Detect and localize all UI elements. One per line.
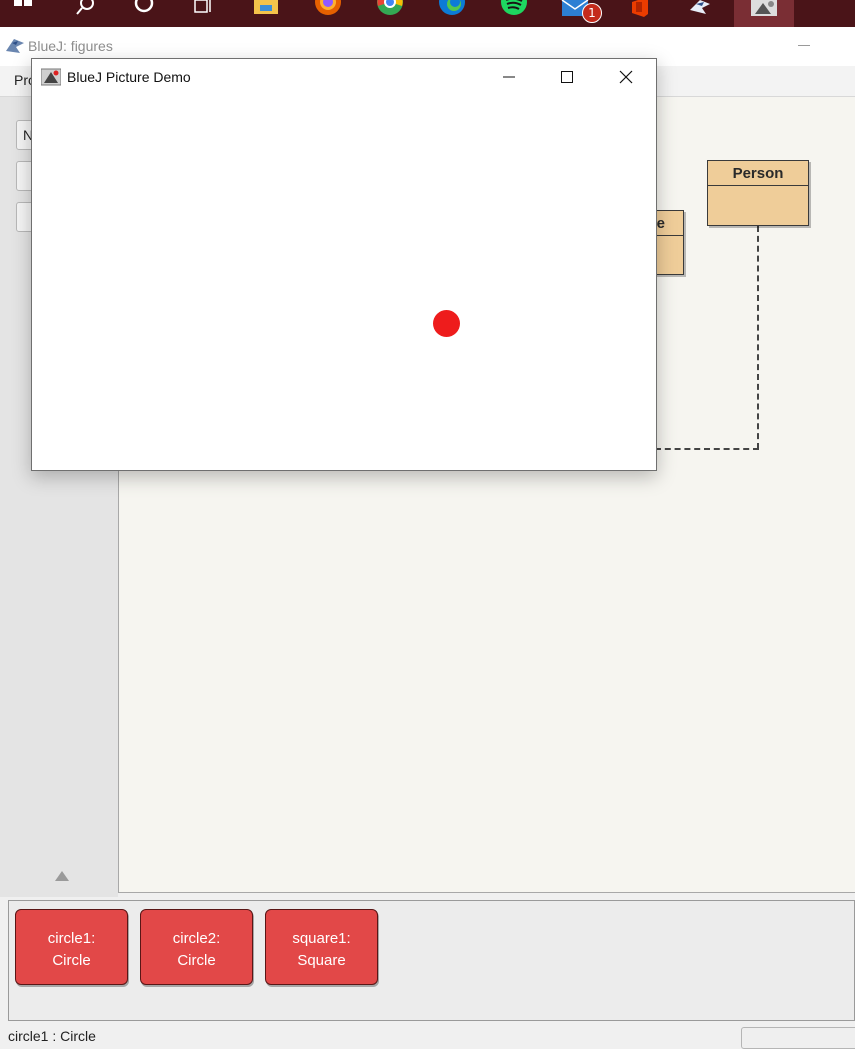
object-circle1[interactable]: circle1: Circle [15,909,128,985]
windows-start-icon[interactable] [10,0,36,27]
object-type: Square [297,952,346,969]
picture-demo-icon [40,68,62,90]
red-circle-shape [433,310,460,337]
dependency-line [757,226,759,449]
close-icon[interactable] [602,65,648,91]
class-name: Person [708,161,808,186]
expand-up-icon[interactable] [55,871,69,881]
picture-demo-icon[interactable] [734,0,794,27]
class-person[interactable]: Person [707,160,809,226]
object-circle2[interactable]: circle2: Circle [140,909,253,985]
object-bench [8,900,855,1021]
file-explorer-icon[interactable] [252,0,280,27]
main-minimize-icon[interactable] [798,45,810,46]
object-type: Circle [177,952,216,969]
maximize-icon[interactable] [544,65,590,91]
taskbar: 1 [0,0,855,27]
edge-icon[interactable] [438,0,466,27]
office-icon[interactable] [626,0,654,27]
notification-badge: 1 [582,3,602,23]
picture-demo-window[interactable]: BlueJ Picture Demo [31,58,657,471]
bluej-logo-icon [4,37,26,59]
minimize-icon[interactable] [486,65,532,91]
object-name: circle1: [47,930,96,947]
chrome-icon[interactable] [376,0,404,27]
search-icon[interactable] [70,0,98,27]
window-title: BlueJ: figures [28,38,113,54]
task-view-icon[interactable] [190,0,218,27]
picture-window-title: BlueJ Picture Demo [67,69,191,85]
firefox-icon[interactable] [314,0,342,27]
object-square1[interactable]: square1: Square [265,909,378,985]
spotify-icon[interactable] [500,0,528,27]
bluej-icon[interactable] [686,0,714,27]
object-type: Circle [52,952,91,969]
status-text: circle1 : Circle [8,1028,96,1044]
status-field [741,1027,855,1049]
object-name: circle2: [172,930,221,947]
object-name: square1: [292,930,351,947]
dependency-line [655,448,759,450]
cortana-icon[interactable] [130,0,158,27]
